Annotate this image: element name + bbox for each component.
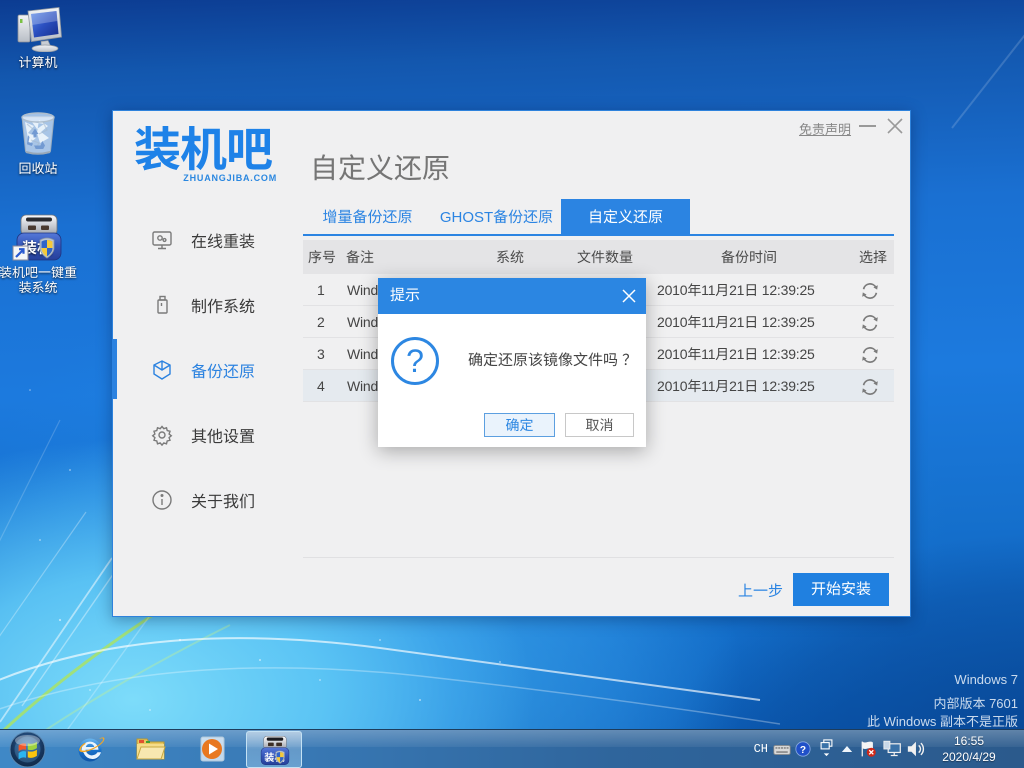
svg-text:?: ?	[406, 343, 424, 379]
svg-text:?: ?	[800, 745, 806, 756]
